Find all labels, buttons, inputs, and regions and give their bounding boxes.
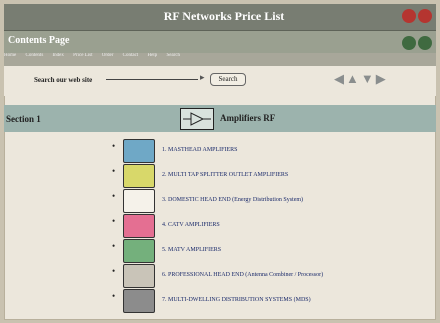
bullet-icon: • (112, 241, 116, 251)
arrow-down-icon[interactable]: ▼ (361, 71, 376, 86)
list-item[interactable]: • 3. DOMESTIC HEAD END (Energy Distribut… (112, 189, 432, 213)
search-button[interactable]: Search (210, 73, 246, 86)
nav-links: Home Contents Index Price List Order Con… (4, 53, 436, 66)
section-number: Section 1 (6, 114, 41, 124)
search-label: Search our web site (34, 76, 93, 84)
list-item-link[interactable]: 7. MULTI-DWELLING DISTRIBUTION SYSTEMS (… (162, 297, 311, 303)
section-header: Section 1 Amplifiers RF (4, 105, 436, 132)
matv-amp-icon (123, 239, 155, 263)
bullet-icon: • (112, 141, 116, 151)
nav-link[interactable]: Contents (25, 53, 43, 58)
search-row: Search our web site ▸ Search ◀▲▼▶ (4, 66, 436, 96)
pointer-icon: ▸ (200, 72, 205, 82)
bullet-icon: • (112, 291, 116, 301)
arrow-right-icon[interactable]: ▶ (376, 71, 388, 86)
headend-box-icon (123, 189, 155, 213)
search-input[interactable] (106, 79, 198, 80)
nav-link[interactable]: Price List (73, 53, 92, 58)
list-item[interactable]: • 4. CATV AMPLIFIERS (112, 214, 432, 238)
catv-amp-icon (123, 214, 155, 238)
combiner-icon (123, 264, 155, 288)
nav-link[interactable]: Home (4, 53, 16, 58)
list-item[interactable]: • 5. MATV AMPLIFIERS (112, 239, 432, 263)
subheader-bar: Contents Page (4, 31, 436, 53)
amplifier-icon (180, 108, 214, 130)
browser-window: RF Networks Price List Contents Page Hom… (4, 4, 436, 320)
list-item-link[interactable]: 6. PROFESSIONAL HEAD END (Antenna Combin… (162, 272, 323, 278)
page-label: Contents Page (8, 35, 70, 46)
list-item-link[interactable]: 1. MASTHEAD AMPLIFIERS (162, 147, 238, 153)
arrow-up-icon[interactable]: ▲ (346, 71, 361, 86)
title-bar: RF Networks Price List (4, 4, 436, 31)
bullet-icon: • (112, 266, 116, 276)
nav-link[interactable]: Index (53, 53, 64, 58)
splitter-amp-icon (123, 164, 155, 188)
list-item-link[interactable]: 4. CATV AMPLIFIERS (162, 222, 220, 228)
section-title: Amplifiers RF (220, 113, 276, 123)
bullet-icon: • (112, 191, 116, 201)
masthead-amp-icon (123, 139, 155, 163)
forward-nav-icon[interactable] (418, 36, 432, 50)
list-item-link[interactable]: 3. DOMESTIC HEAD END (Energy Distributio… (162, 197, 303, 203)
bullet-icon: • (112, 216, 116, 226)
minimize-icon[interactable] (418, 9, 432, 23)
list-item-link[interactable]: 2. MULTI TAP SPLITTER OUTLET AMPLIFIERS (162, 172, 288, 178)
window-title: RF Networks Price List (163, 9, 285, 23)
nav-link[interactable]: Contact (123, 53, 139, 58)
list-item[interactable]: • 6. PROFESSIONAL HEAD END (Antenna Comb… (112, 264, 432, 288)
list-item[interactable]: • 1. MASTHEAD AMPLIFIERS (112, 139, 432, 163)
arrow-left-icon[interactable]: ◀ (334, 71, 346, 86)
distribution-icon (123, 289, 155, 313)
list-item[interactable]: • 7. MULTI-DWELLING DISTRIBUTION SYSTEMS… (112, 289, 432, 313)
list-item[interactable]: • 2. MULTI TAP SPLITTER OUTLET AMPLIFIER… (112, 164, 432, 188)
nav-link[interactable]: Search (166, 53, 180, 58)
bullet-icon: • (112, 166, 116, 176)
close-icon[interactable] (402, 9, 416, 23)
list-item-link[interactable]: 5. MATV AMPLIFIERS (162, 247, 221, 253)
arrow-nav-group: ◀▲▼▶ (334, 71, 388, 87)
nav-link[interactable]: Order (102, 53, 114, 58)
nav-link[interactable]: Help (147, 53, 157, 58)
back-nav-icon[interactable] (402, 36, 416, 50)
